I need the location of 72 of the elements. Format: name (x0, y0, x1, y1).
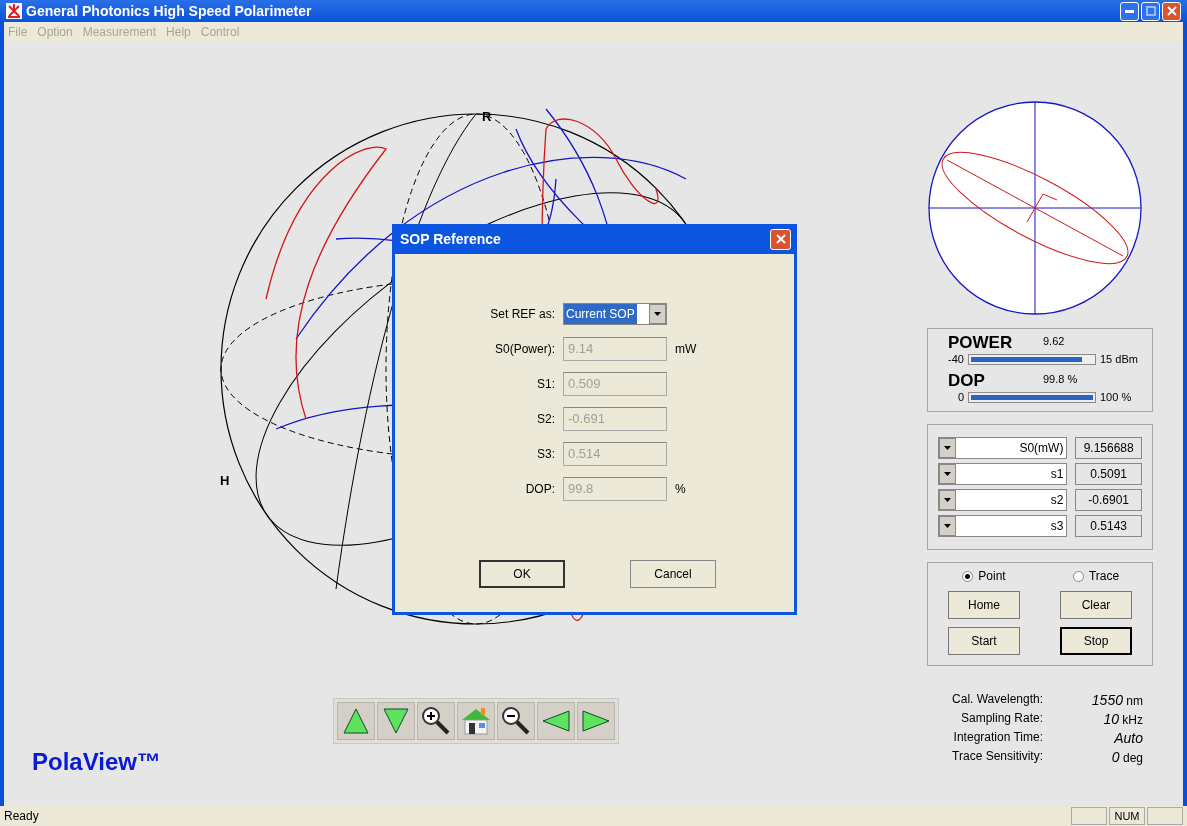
field-label: Set REF as: (489, 306, 555, 321)
maximize-button[interactable] (1141, 1, 1160, 21)
maximize-icon (1145, 6, 1156, 16)
info-label: Trace Sensitivity: (951, 749, 1044, 765)
info-value: 0 deg (1110, 749, 1144, 765)
caret-icon (654, 311, 661, 316)
parameter-value: 9.156688 (1075, 437, 1142, 459)
meter-min: -40 (947, 353, 965, 365)
info-label: Integration Time: (952, 730, 1044, 746)
status-text: Ready (4, 809, 40, 823)
unit-label: % (675, 481, 687, 496)
info-value: 1550 nm (1090, 692, 1144, 708)
field-label: S0(Power): (493, 341, 555, 356)
field-label: S1: (536, 376, 555, 391)
meter-min: 0 (956, 391, 965, 403)
parameter-dropdown[interactable]: s2 (938, 489, 1068, 511)
status-pane (1147, 807, 1183, 825)
info-label: Cal. Wavelength: (951, 692, 1044, 708)
parameter-value: 0.5143 (1075, 515, 1142, 537)
field-label: S3: (536, 446, 555, 461)
left-triangle-icon (540, 709, 571, 733)
toolbar-button[interactable] (416, 702, 455, 740)
field-label: DOP: (524, 481, 555, 496)
toolbar-button[interactable] (496, 702, 535, 740)
caret-icon (944, 472, 951, 476)
mode-radio[interactable]: Point (962, 569, 1006, 583)
info-value: 10 kHz (1102, 711, 1144, 727)
mode-radio[interactable]: Trace (1072, 569, 1120, 583)
info-label: Sampling Rate: (959, 711, 1044, 727)
status-pane (1071, 807, 1107, 825)
caret-icon (944, 498, 951, 502)
axis-label: H (219, 473, 229, 488)
parameter-dropdown[interactable]: s3 (938, 515, 1068, 537)
zoom-out-icon (500, 706, 531, 736)
close-button[interactable] (770, 228, 791, 250)
action-button[interactable]: Start (948, 627, 1020, 655)
toolbar-button[interactable] (456, 702, 495, 740)
meter-label: POWER (948, 333, 1014, 353)
up-triangle-icon (341, 707, 370, 735)
status-indicator: NUM (1109, 807, 1145, 825)
dialog-title: SOP Reference (400, 231, 501, 247)
info-value: Auto (1113, 730, 1144, 746)
zoom-in-icon (420, 706, 451, 736)
dialog-button[interactable]: OK (479, 560, 565, 588)
right-triangle-icon (580, 709, 611, 733)
meter-max: 15 dBm (1099, 353, 1139, 365)
meter-reading: 9.62 (1043, 335, 1065, 349)
app-logo-icon (6, 3, 22, 19)
dialog-button[interactable]: Cancel (630, 560, 716, 588)
field-label: S2: (536, 411, 555, 426)
close-icon (775, 234, 786, 244)
parameter-value: 0.5091 (1075, 463, 1142, 485)
minimize-button[interactable] (1120, 1, 1139, 21)
unit-label: mW (675, 341, 698, 356)
parameter-dropdown[interactable]: S0(mW) (938, 437, 1068, 459)
app-logo-text: PolaView™ (32, 748, 161, 776)
action-button[interactable]: Home (948, 591, 1020, 619)
close-button[interactable] (1162, 1, 1181, 21)
meter-label: DOP (948, 371, 986, 391)
meter-max: 100 % (1099, 391, 1133, 403)
meter-reading: 99.8 % (1043, 373, 1078, 387)
minimize-icon (1125, 9, 1134, 13)
caret-icon (944, 524, 951, 528)
action-button[interactable]: Stop (1060, 627, 1132, 655)
caret-icon (944, 446, 951, 450)
reference-dropdown[interactable]: Current SOP (563, 302, 667, 325)
window-title: General Photonics High Speed Polarimeter (26, 3, 312, 19)
close-icon (1166, 6, 1177, 16)
parameter-dropdown[interactable]: s1 (938, 463, 1068, 485)
action-button[interactable]: Clear (1060, 591, 1132, 619)
down-triangle-icon (381, 707, 410, 735)
parameter-value: -0.6901 (1075, 489, 1142, 511)
